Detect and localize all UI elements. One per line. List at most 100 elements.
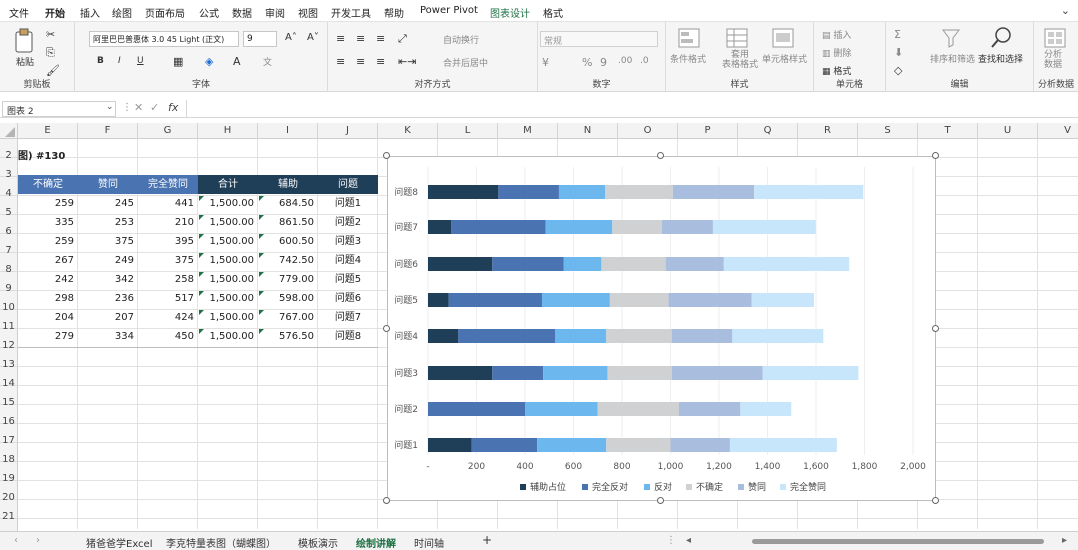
fill-color-icon[interactable]: ◈ [205, 55, 213, 68]
bold-icon[interactable]: B [97, 56, 104, 66]
row-header-13[interactable]: 13 [0, 348, 18, 370]
collapse-ribbon-icon[interactable]: ⌄ [1061, 4, 1070, 17]
table-row-cell[interactable]: 249 [78, 252, 138, 270]
format-painter-icon[interactable]: 🖌 [46, 64, 60, 77]
table-row-cell[interactable]: 1,500.00 [198, 328, 258, 346]
align-center-icon[interactable]: ≡ [356, 55, 365, 68]
bar-segment[interactable] [605, 185, 673, 199]
table-row-cell[interactable]: 207 [78, 309, 138, 327]
tab-data[interactable]: 数据 [232, 5, 252, 20]
resize-handle-bc[interactable] [657, 497, 664, 504]
table-header-cell[interactable]: 不确定 [18, 175, 78, 194]
table-header-cell[interactable]: 完全赞同 [138, 175, 198, 194]
table-row-cell[interactable]: 576.50 [258, 328, 318, 346]
table-header-cell[interactable]: 问题 [318, 175, 378, 194]
table-row-cell[interactable]: 334 [78, 328, 138, 346]
italic-icon[interactable]: I [118, 56, 121, 66]
fill-icon[interactable]: ⬇ [894, 46, 903, 59]
row-header-4[interactable]: 4 [0, 177, 18, 199]
formula-input[interactable] [190, 101, 1070, 116]
table-row-cell[interactable]: 242 [18, 271, 78, 289]
bar-segment[interactable] [754, 185, 864, 199]
column-header-L[interactable]: L [438, 123, 498, 139]
column-header-I[interactable]: I [258, 123, 318, 139]
bar-segment[interactable] [612, 220, 663, 234]
analyze-data-button[interactable]: 分析 数据 [1044, 50, 1062, 70]
row-header-7[interactable]: 7 [0, 234, 18, 256]
bar-segment[interactable] [609, 293, 669, 307]
bar-segment[interactable] [671, 366, 763, 380]
select-all-corner[interactable] [0, 123, 18, 139]
indent-icon[interactable]: ⇤⇥ [398, 55, 416, 68]
bar-segment[interactable] [672, 185, 755, 199]
tab-page-layout[interactable]: 页面布局 [145, 5, 185, 20]
sheet-title[interactable]: 图) #130 [18, 147, 65, 162]
bar-segment[interactable] [448, 293, 542, 307]
table-row-cell[interactable]: 236 [78, 290, 138, 308]
number-format-select[interactable]: 常规 [540, 31, 658, 47]
table-row-cell[interactable]: 279 [18, 328, 78, 346]
bar-segment[interactable] [740, 402, 792, 416]
bar-segment[interactable] [732, 329, 824, 343]
table-row-cell[interactable]: 245 [78, 195, 138, 213]
table-row-cell[interactable]: 375 [138, 252, 198, 270]
increase-decimal-icon[interactable]: .00 [618, 56, 632, 66]
bar-segment[interactable] [428, 438, 472, 452]
row-header-3[interactable]: 3 [0, 158, 18, 180]
currency-icon[interactable]: ¥ [542, 56, 549, 69]
orientation-icon[interactable]: ⤢ [398, 32, 407, 46]
table-row-cell[interactable]: 问题5 [318, 271, 378, 289]
bar-segment[interactable] [723, 257, 850, 271]
table-row-cell[interactable]: 1,500.00 [198, 290, 258, 308]
row-header-15[interactable]: 15 [0, 386, 18, 408]
horizontal-scrollbar-thumb[interactable] [752, 539, 1044, 544]
scroll-left-icon[interactable]: ◂ [686, 535, 691, 546]
bar-segment[interactable] [428, 329, 459, 343]
bar-segment[interactable] [606, 438, 671, 452]
column-header-P[interactable]: P [678, 123, 738, 139]
row-header-17[interactable]: 17 [0, 424, 18, 446]
row-header-9[interactable]: 9 [0, 272, 18, 294]
underline-icon[interactable]: U [137, 56, 144, 66]
tab-review[interactable]: 审阅 [265, 5, 285, 20]
format-cells-button[interactable]: ▦ 格式 [822, 64, 851, 77]
font-color-icon[interactable]: A [233, 55, 241, 68]
table-row-cell[interactable]: 问题6 [318, 290, 378, 308]
bar-segment[interactable] [492, 257, 564, 271]
copy-icon[interactable]: ⎘ [46, 46, 55, 60]
table-row-cell[interactable]: 779.00 [258, 271, 318, 289]
column-header-G[interactable]: G [138, 123, 198, 139]
row-header-14[interactable]: 14 [0, 367, 18, 389]
row-header-8[interactable]: 8 [0, 253, 18, 275]
merge-center-button[interactable]: 合并后居中 [443, 56, 488, 69]
bar-segment[interactable] [428, 185, 499, 199]
table-row-cell[interactable]: 1,500.00 [198, 252, 258, 270]
table-row-cell[interactable]: 1,500.00 [198, 271, 258, 289]
row-header-20[interactable]: 20 [0, 481, 18, 503]
bar-segment[interactable] [668, 293, 752, 307]
tab-format[interactable]: 格式 [543, 5, 563, 20]
legend-label[interactable]: 不确定 [696, 481, 723, 493]
bar-segment[interactable] [563, 257, 602, 271]
tab-formulas[interactable]: 公式 [199, 5, 219, 20]
table-row-cell[interactable]: 267 [18, 252, 78, 270]
phonetic-icon[interactable]: 文 [263, 55, 272, 68]
row-header-6[interactable]: 6 [0, 215, 18, 237]
sheet-next-button[interactable]: › [36, 535, 40, 546]
align-bottom-icon[interactable]: ≡ [376, 32, 385, 45]
row-header-5[interactable]: 5 [0, 196, 18, 218]
bar-segment[interactable] [606, 329, 672, 343]
cell-style-button[interactable]: 单元格样式 [762, 52, 807, 65]
increase-font-icon[interactable]: A˄ [285, 32, 297, 43]
row-header-18[interactable]: 18 [0, 443, 18, 465]
tab-insert[interactable]: 插入 [80, 5, 100, 20]
table-row-cell[interactable]: 441 [138, 195, 198, 213]
bar-segment[interactable] [428, 366, 493, 380]
row-header-19[interactable]: 19 [0, 462, 18, 484]
bar-segment[interactable] [678, 402, 741, 416]
bar-segment[interactable] [543, 366, 608, 380]
tab-developer[interactable]: 开发工具 [331, 5, 371, 20]
tab-power-pivot[interactable]: Power Pivot [420, 5, 478, 16]
table-row-cell[interactable]: 335 [18, 214, 78, 232]
paste-icon[interactable] [14, 28, 36, 54]
